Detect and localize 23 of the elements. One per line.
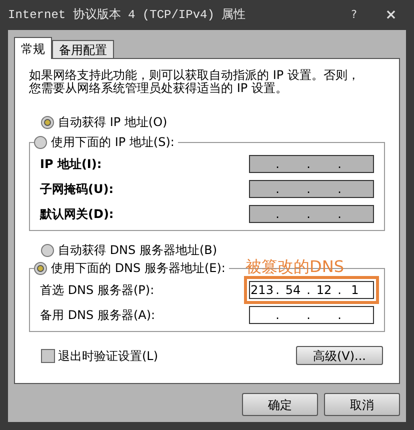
window-title: Internet 协议版本 4 (TCP/IPv4) 属性 [8, 7, 246, 24]
field-label: 备用 DNS 服务器(A): [40, 306, 156, 324]
dialog-button[interactable]: 确定 [242, 393, 318, 416]
annotation-text: 被篡改的DNS [246, 256, 344, 278]
tab[interactable]: 常规 [14, 37, 52, 59]
radio-button[interactable] [34, 262, 47, 274]
close-button[interactable]: × [376, 4, 406, 26]
radio-button[interactable] [34, 136, 47, 148]
advanced-button[interactable]: 高级(V)... [296, 346, 383, 365]
dialog-button[interactable]: 取消 [324, 393, 400, 416]
checkbox-option[interactable]: 退出时验证设置(L) [41, 346, 158, 364]
intro-text: 如果网络支持此功能，则可以获取自动指派的 IP 设置。否则，您需要从网络系统管理员处获得适当的 IP 设置。 [29, 69, 360, 95]
field-label: IP 地址(I): [40, 156, 102, 172]
field-label: 默认网关(D): [40, 206, 114, 222]
radio-button[interactable] [41, 244, 54, 256]
checkbox[interactable] [41, 348, 55, 362]
ip-address-field[interactable]: 213 . 54 . 12 . 1 [249, 280, 374, 298]
tab[interactable]: 备用配置 [52, 40, 114, 58]
field-label: 子网掩码(U): [40, 180, 114, 198]
ip-address-field[interactable]: . . . [249, 306, 374, 324]
field-label: 首选 DNS 服务器(P): [40, 282, 154, 298]
help-button[interactable]: ? [342, 6, 366, 24]
radio-button[interactable] [41, 116, 54, 128]
